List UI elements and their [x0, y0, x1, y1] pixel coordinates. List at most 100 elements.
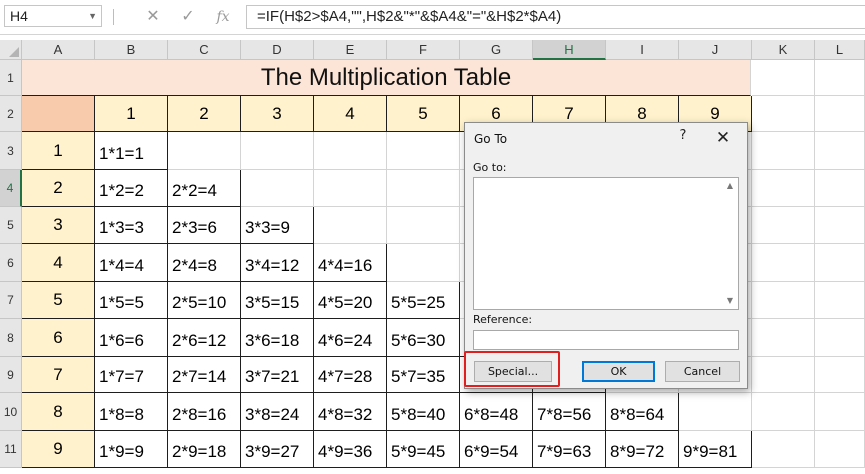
product-cell[interactable]: 3*9=27 — [241, 431, 314, 468]
product-cell[interactable]: 4*4=16 — [314, 244, 387, 282]
row-number-cell[interactable]: 5 — [22, 282, 95, 319]
select-all-corner[interactable] — [0, 40, 22, 60]
ok-button[interactable]: OK — [582, 361, 655, 382]
empty-cell[interactable] — [815, 244, 865, 282]
product-cell[interactable]: 6*9=54 — [460, 431, 533, 468]
product-cell[interactable]: 1*1=1 — [95, 132, 168, 170]
close-icon[interactable]: ✕ — [711, 127, 735, 149]
product-cell[interactable] — [387, 170, 460, 207]
table-title[interactable]: The Multiplication Table — [22, 60, 751, 96]
empty-cell[interactable] — [752, 431, 815, 468]
product-cell[interactable]: 8*9=72 — [606, 431, 679, 468]
empty-cell[interactable] — [752, 357, 815, 393]
row-header-4[interactable]: 4 — [0, 170, 22, 207]
product-cell[interactable]: 7*9=63 — [533, 431, 606, 468]
product-cell[interactable]: 4*8=32 — [314, 393, 387, 431]
chevron-down-icon[interactable]: ▼ — [88, 6, 97, 26]
product-cell[interactable] — [387, 132, 460, 170]
product-cell[interactable]: 1*8=8 — [95, 393, 168, 431]
empty-cell[interactable] — [815, 170, 865, 207]
product-cell[interactable]: 2*6=12 — [168, 319, 241, 357]
product-cell[interactable]: 2*9=18 — [168, 431, 241, 468]
empty-cell[interactable] — [815, 393, 865, 431]
empty-cell[interactable] — [815, 207, 865, 244]
product-cell[interactable]: 1*4=4 — [95, 244, 168, 282]
product-cell[interactable]: 4*6=24 — [314, 319, 387, 357]
product-cell[interactable]: 3*5=15 — [241, 282, 314, 319]
product-cell[interactable]: 9*9=81 — [679, 431, 752, 468]
product-cell[interactable] — [314, 170, 387, 207]
product-cell[interactable]: 1*2=2 — [95, 170, 168, 207]
column-header-a[interactable]: A — [22, 40, 95, 60]
product-cell[interactable]: 4*9=36 — [314, 431, 387, 468]
row-header-3[interactable]: 3 — [0, 132, 22, 170]
row-number-cell[interactable]: 1 — [22, 132, 95, 170]
empty-cell[interactable] — [815, 319, 865, 357]
row-header-11[interactable]: 11 — [0, 431, 22, 468]
row-header-1[interactable]: 1 — [0, 60, 22, 96]
empty-cell[interactable] — [752, 170, 815, 207]
enter-icon[interactable]: ✓ — [175, 6, 201, 28]
product-cell[interactable] — [241, 132, 314, 170]
product-cell[interactable]: 8*8=64 — [606, 393, 679, 431]
row-header-9[interactable]: 9 — [0, 357, 22, 393]
header-corner-cell[interactable] — [22, 96, 95, 132]
product-cell[interactable]: 5*9=45 — [387, 431, 460, 468]
product-cell[interactable]: 1*6=6 — [95, 319, 168, 357]
empty-cell[interactable] — [752, 207, 815, 244]
row-header-5[interactable]: 5 — [0, 207, 22, 244]
column-header-e[interactable]: E — [314, 40, 387, 60]
header-number-cell[interactable]: 4 — [314, 96, 387, 132]
name-box[interactable]: H4 ▼ — [4, 5, 102, 27]
header-number-cell[interactable]: 5 — [387, 96, 460, 132]
row-header-2[interactable]: 2 — [0, 96, 22, 132]
product-cell[interactable]: 5*6=30 — [387, 319, 460, 357]
empty-cell[interactable] — [752, 244, 815, 282]
goto-list[interactable]: ▲ ▼ — [473, 177, 739, 310]
row-number-cell[interactable]: 2 — [22, 170, 95, 207]
empty-cell[interactable] — [815, 60, 865, 96]
help-icon[interactable]: ? — [671, 128, 695, 148]
column-header-i[interactable]: I — [606, 40, 679, 60]
empty-cell[interactable] — [752, 393, 815, 431]
row-header-10[interactable]: 10 — [0, 393, 22, 431]
column-header-g[interactable]: G — [460, 40, 533, 60]
insert-function-icon[interactable]: fx — [210, 6, 236, 28]
column-header-c[interactable]: C — [168, 40, 241, 60]
scroll-up-icon[interactable]: ▲ — [723, 179, 737, 193]
product-cell[interactable]: 2*5=10 — [168, 282, 241, 319]
product-cell[interactable]: 1*5=5 — [95, 282, 168, 319]
product-cell[interactable] — [241, 170, 314, 207]
product-cell[interactable]: 2*8=16 — [168, 393, 241, 431]
product-cell[interactable]: 2*2=4 — [168, 170, 241, 207]
column-header-b[interactable]: B — [95, 40, 168, 60]
empty-cell[interactable] — [752, 60, 815, 96]
row-number-cell[interactable]: 7 — [22, 357, 95, 393]
product-cell[interactable] — [314, 132, 387, 170]
product-cell[interactable]: 1*9=9 — [95, 431, 168, 468]
product-cell[interactable]: 6*8=48 — [460, 393, 533, 431]
reference-input[interactable] — [473, 330, 739, 350]
product-cell[interactable]: 3*6=18 — [241, 319, 314, 357]
column-header-d[interactable]: D — [241, 40, 314, 60]
product-cell[interactable] — [679, 393, 752, 431]
product-cell[interactable]: 2*4=8 — [168, 244, 241, 282]
empty-cell[interactable] — [752, 96, 815, 132]
header-number-cell[interactable]: 2 — [168, 96, 241, 132]
empty-cell[interactable] — [752, 282, 815, 319]
product-cell[interactable]: 4*7=28 — [314, 357, 387, 393]
product-cell[interactable]: 3*3=9 — [241, 207, 314, 244]
row-number-cell[interactable]: 4 — [22, 244, 95, 282]
column-header-h[interactable]: H — [533, 40, 606, 60]
row-header-8[interactable]: 8 — [0, 319, 22, 357]
empty-cell[interactable] — [752, 319, 815, 357]
product-cell[interactable]: 3*7=21 — [241, 357, 314, 393]
column-header-f[interactable]: F — [387, 40, 460, 60]
product-cell[interactable] — [387, 244, 460, 282]
cancel-icon[interactable]: ✕ — [140, 6, 166, 28]
cancel-button[interactable]: Cancel — [665, 361, 740, 382]
row-header-6[interactable]: 6 — [0, 244, 22, 282]
product-cell[interactable]: 5*5=25 — [387, 282, 460, 319]
column-header-j[interactable]: J — [679, 40, 752, 60]
column-header-l[interactable]: L — [815, 40, 865, 60]
